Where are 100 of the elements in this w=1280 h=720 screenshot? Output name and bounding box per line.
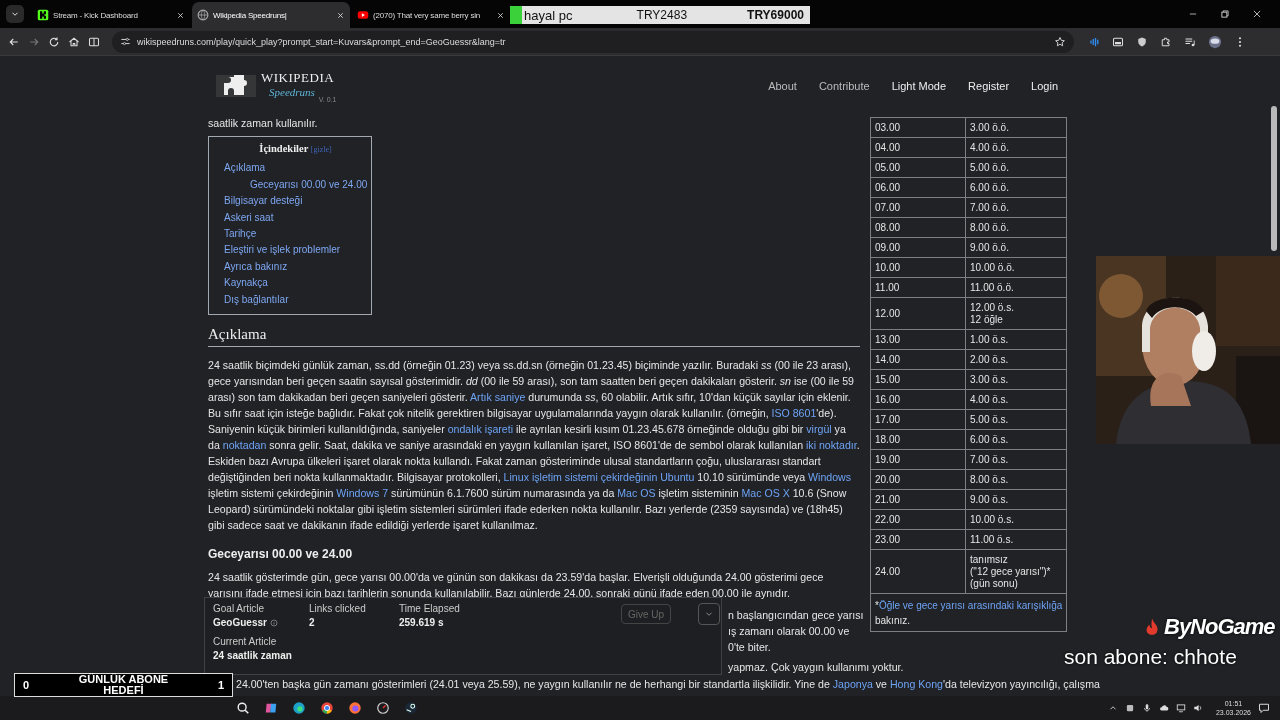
toc-link[interactable]: Askeri saat bbox=[224, 209, 274, 227]
audio-icon[interactable] bbox=[1088, 35, 1100, 48]
link[interactable]: Öğle ve gece yarısı arasındaki karışıklığa bbox=[878, 600, 1063, 611]
browser-tab[interactable]: Stream - Kick Dashboard bbox=[32, 2, 190, 28]
browser-tab[interactable]: (2070) That very same berry sin bbox=[352, 2, 510, 28]
link[interactable]: Windows 7 bbox=[336, 487, 389, 500]
table-cell: 8.00 ö.s. bbox=[965, 469, 1067, 490]
link[interactable]: Mac OS bbox=[617, 487, 656, 500]
link[interactable]: virgül bbox=[806, 423, 832, 436]
scrollbar-thumb[interactable] bbox=[1271, 106, 1277, 251]
nav-link[interactable]: Light Mode bbox=[891, 80, 947, 92]
goal-title: GÜNLÜK ABONE HEDEFİ bbox=[77, 674, 170, 696]
globe-icon bbox=[197, 9, 209, 21]
toc-link[interactable]: Ayrıca bakınız bbox=[224, 258, 288, 276]
logo-title: WIKIPEDIA bbox=[261, 69, 336, 86]
table-cell: 6.00 ö.s. bbox=[965, 429, 1067, 450]
table-cell: 7.00 ö.s. bbox=[965, 449, 1067, 470]
shield-icon[interactable] bbox=[1136, 35, 1148, 48]
toc-link[interactable]: Kaynakça bbox=[224, 275, 268, 292]
browser-tab[interactable]: Wikipedia Speedruns| bbox=[192, 2, 350, 28]
paragraph-text: ış zamanı olarak 00.00 ve bbox=[728, 624, 850, 640]
close-icon[interactable] bbox=[336, 10, 345, 20]
table-cell: 10.00 ö.s. bbox=[965, 509, 1067, 530]
video-icon bbox=[357, 9, 369, 21]
toc-title: İçindekiler [gizle] bbox=[259, 143, 332, 154]
paragraph-text: 24.00'ten başka gün zamanı gösterimleri (24.01 veya 25.59), ne yaygın kullanılır ne de herhangi bir standartla ilişkilidir. Yine de Japonya ve Hong Kong'da televizyon yayıncılığı, çalışma bbox=[236, 677, 1100, 692]
paragraph-text: 0'te biter. bbox=[728, 640, 771, 656]
link[interactable]: noktadan bbox=[222, 439, 267, 452]
notification-icon[interactable] bbox=[1258, 702, 1270, 714]
link[interactable]: ondalık işareti bbox=[447, 423, 514, 436]
stat-value: GeoGuessr bbox=[213, 617, 267, 628]
table-cell: 23.00 bbox=[870, 529, 966, 550]
table-cell: 11.00 ö.ö. bbox=[965, 277, 1067, 298]
stat-label: Links clicked bbox=[309, 603, 367, 614]
link[interactable]: Mac OS X bbox=[741, 487, 790, 500]
toc-link[interactable]: Tarihçe bbox=[224, 226, 257, 243]
table-cell: 07.00 bbox=[870, 197, 966, 218]
volume-icon[interactable] bbox=[1192, 703, 1203, 713]
network-icon[interactable] bbox=[1175, 703, 1186, 713]
table-cell: 12.00 ö.s. 12 öğle bbox=[965, 297, 1067, 330]
extensions-icon[interactable] bbox=[1160, 35, 1172, 48]
link[interactable]: iki noktadır bbox=[806, 439, 857, 452]
media-icon[interactable] bbox=[1112, 35, 1124, 48]
table-cell: 20.00 bbox=[870, 469, 966, 490]
address-bar[interactable]: wikispeedruns.com/play/quick_play?prompt_start=Kuvars&prompt_end=GeoGuessr&lang=tr bbox=[112, 30, 1074, 53]
nav-link[interactable]: Register bbox=[968, 80, 1010, 92]
toc-link[interactable]: Eleştiri ve işlek problemler bbox=[224, 242, 341, 259]
table-cell: 18.00 bbox=[870, 429, 966, 450]
home-icon[interactable] bbox=[68, 35, 80, 48]
table-cell: 17.00 bbox=[870, 409, 966, 430]
table-footnote: *Öğle ve gece yarısı arasındaki karışıklığa bakınız. bbox=[870, 593, 1067, 632]
maximize-icon[interactable] bbox=[1220, 9, 1230, 19]
close-icon[interactable] bbox=[176, 10, 185, 20]
paragraph-text: saatlik zaman kullanılır. bbox=[208, 116, 319, 131]
link[interactable]: Artık saniye bbox=[470, 391, 526, 404]
table-cell: 7.00 ö.ö. bbox=[965, 197, 1067, 218]
close-icon[interactable] bbox=[496, 10, 505, 20]
toc-link[interactable]: Dış bağlantılar bbox=[224, 291, 289, 309]
gauge-icon[interactable] bbox=[376, 701, 390, 715]
toc-link[interactable]: Bilgisayar desteği bbox=[224, 193, 303, 210]
link[interactable]: Linux işletim sistemi çekirdeğinin Ubuntu bbox=[503, 471, 695, 484]
reload-icon[interactable] bbox=[48, 35, 60, 48]
link[interactable]: Hong Kong bbox=[889, 678, 943, 691]
table-cell: 13.00 bbox=[870, 329, 966, 350]
profile-avatar[interactable] bbox=[1208, 34, 1222, 49]
link[interactable]: Windows bbox=[808, 471, 852, 484]
table-cell: tanımsız ("12 gece yarısı")* (gün sonu) bbox=[965, 549, 1067, 594]
table-cell: 16.00 bbox=[870, 389, 966, 410]
link[interactable]: ISO 8601 bbox=[771, 407, 817, 420]
kick-icon bbox=[37, 9, 49, 21]
table-cell: 09.00 bbox=[870, 237, 966, 258]
split-view-icon[interactable] bbox=[88, 35, 100, 48]
tab-list-button[interactable] bbox=[6, 5, 24, 23]
cloud-icon[interactable] bbox=[1158, 703, 1169, 713]
playlist-icon[interactable] bbox=[1184, 35, 1196, 48]
info-icon[interactable] bbox=[269, 618, 278, 627]
goal-current: TRY2483 bbox=[636, 8, 688, 22]
stat-label: Current Article bbox=[213, 636, 278, 647]
toc-link[interactable]: Geceyarısı 00.00 ve 24.00 bbox=[250, 176, 368, 194]
table-cell: 22.00 bbox=[870, 509, 966, 530]
table-cell: 11.00 ö.s. bbox=[965, 529, 1067, 550]
toc-link[interactable]: Açıklama bbox=[224, 160, 266, 177]
search-icon[interactable] bbox=[236, 701, 250, 715]
table-cell: 6.00 ö.ö. bbox=[965, 177, 1067, 198]
microphone-icon[interactable] bbox=[1141, 703, 1152, 713]
table-cell: 14.00 bbox=[870, 349, 966, 370]
link[interactable]: Japonya bbox=[832, 678, 873, 691]
tray-app-icon[interactable] bbox=[1124, 703, 1135, 713]
nav-link[interactable]: Contribute bbox=[818, 80, 870, 92]
table-cell: 4.00 ö.s. bbox=[965, 389, 1067, 410]
nav-link[interactable]: About bbox=[768, 80, 797, 92]
stat-value: 2 bbox=[309, 617, 315, 628]
chrome-icon[interactable] bbox=[320, 701, 334, 715]
table-cell: 5.00 ö.s. bbox=[965, 409, 1067, 430]
table-cell: 9.00 ö.ö. bbox=[965, 237, 1067, 258]
nav-link[interactable]: Login bbox=[1031, 80, 1058, 92]
star-icon[interactable] bbox=[1054, 35, 1066, 48]
close-icon[interactable] bbox=[1252, 9, 1262, 19]
site-info-icon[interactable] bbox=[120, 36, 131, 47]
paragraph-text: yapmaz. Çok yaygın kullanımı yoktur. bbox=[728, 660, 904, 676]
